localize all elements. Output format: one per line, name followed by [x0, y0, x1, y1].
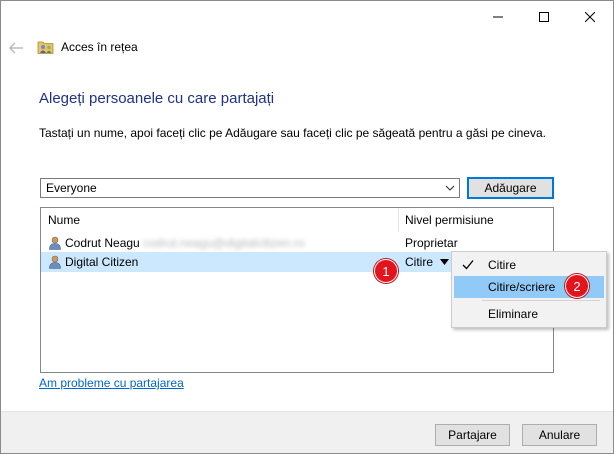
- network-share-icon: [37, 41, 54, 54]
- menu-item-label: Citire: [488, 258, 517, 272]
- checkmark-icon: [462, 260, 474, 270]
- table-row[interactable]: Codrut Neagu codrut.neagu@digitalcitizen…: [41, 233, 553, 253]
- column-header-name[interactable]: Nume: [48, 213, 80, 227]
- menu-item-label: Eliminare: [488, 307, 539, 321]
- combo-value: Everyone: [46, 181, 97, 195]
- dialog-footer: Partajare Anulare: [1, 411, 613, 453]
- user-icon: [49, 236, 61, 250]
- maximize-icon: [539, 12, 549, 22]
- close-icon: [585, 12, 595, 22]
- triangle-down-icon[interactable]: [440, 259, 449, 265]
- add-button[interactable]: Adăugare: [467, 177, 554, 199]
- step-badge-2: 2: [565, 274, 589, 298]
- menu-item-read[interactable]: Citire: [454, 254, 604, 276]
- user-name: Codrut Neagu: [65, 236, 140, 250]
- step-badge-1: 1: [374, 259, 398, 283]
- page-heading: Alegeți persoanele cu care partajați: [39, 90, 275, 107]
- maximize-button[interactable]: [521, 1, 567, 33]
- menu-item-label: Citire/scriere: [488, 280, 556, 294]
- user-name: Digital Citizen: [65, 255, 139, 269]
- share-button[interactable]: Partajare: [435, 424, 510, 446]
- window-title: Acces în rețea: [61, 40, 138, 54]
- column-header-permission[interactable]: Nivel permisiune: [405, 213, 494, 227]
- permission-dropdown[interactable]: Citire: [405, 255, 433, 269]
- instruction-text: Tastați un nume, apoi faceți clic pe Adă…: [39, 126, 546, 140]
- user-combo-box[interactable]: Everyone: [40, 178, 460, 198]
- column-separator[interactable]: [398, 208, 399, 232]
- back-arrow-icon[interactable]: [7, 39, 25, 57]
- user-icon: [49, 255, 61, 269]
- menu-item-remove[interactable]: Eliminare: [454, 303, 604, 325]
- cancel-button[interactable]: Anulare: [522, 424, 597, 446]
- title-bar: [1, 1, 613, 33]
- minimize-button[interactable]: [475, 1, 521, 33]
- share-dialog-window: Acces în rețea Alegeți persoanele cu car…: [0, 0, 614, 454]
- permission-level: Proprietar: [405, 236, 458, 250]
- help-link[interactable]: Am probleme cu partajarea: [39, 376, 184, 390]
- list-header: Nume Nivel permisiune: [41, 208, 553, 232]
- minimize-icon: [493, 16, 503, 18]
- nav-row: Acces în rețea: [1, 33, 613, 63]
- chevron-down-icon[interactable]: [445, 184, 455, 192]
- user-email: codrut.neagu@digitalcitizen.ro: [143, 236, 305, 250]
- menu-separator: [482, 300, 600, 301]
- close-button[interactable]: [567, 1, 613, 33]
